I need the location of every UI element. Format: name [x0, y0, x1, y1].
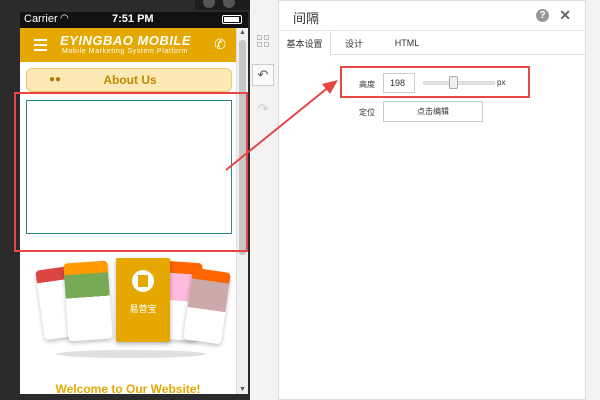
properties-panel: 间隔 ? ✕ 基本设置 设计 HTML 高度 198 px 定位 点击编辑 — [278, 0, 586, 400]
brand-tagline: Mobile Marketing System Platform — [62, 48, 188, 55]
battery-icon — [222, 15, 242, 24]
redo-icon[interactable]: ↷ — [252, 98, 274, 120]
panel-tabs: 基本设置 设计 HTML — [279, 31, 585, 56]
welcome-heading: Welcome to Our Website! — [55, 382, 201, 394]
phone-icon[interactable]: ✆ — [214, 36, 226, 53]
panel-title: 间隔 — [293, 11, 320, 26]
editor-stage: Carrier ◠ 7:51 PM EYINGBAO MOBILE Mobile… — [0, 0, 600, 400]
undo-icon[interactable]: ↶ — [252, 64, 274, 86]
about-us-label: About Us — [103, 73, 157, 87]
grid-icon[interactable] — [252, 30, 274, 52]
scroll-up-icon[interactable]: ▲ — [239, 29, 246, 36]
phone-mockup — [63, 260, 113, 342]
help-icon[interactable]: ? — [536, 9, 549, 22]
promo-card: 易营宝 — [116, 258, 170, 342]
phone-top-decoration — [195, 0, 250, 10]
scroll-down-icon[interactable]: ▼ — [239, 386, 246, 393]
edit-button[interactable]: 点击编辑 — [383, 101, 483, 122]
tab-html[interactable]: HTML — [377, 31, 437, 55]
promo-card-text: 易营宝 — [129, 305, 157, 315]
app-header: EYINGBAO MOBILE Mobile Marketing System … — [20, 28, 236, 62]
menu-icon[interactable] — [34, 39, 47, 51]
close-icon[interactable]: ✕ — [559, 7, 571, 24]
promo-image: 易营宝 — [35, 254, 231, 374]
position-label: 定位 — [359, 108, 375, 117]
panel-header: 间隔 ? ✕ — [279, 1, 585, 31]
tab-basic-settings[interactable]: 基本设置 — [279, 31, 331, 56]
wifi-icon: ◠ — [60, 13, 69, 24]
edit-toolbar: ↶ ↷ — [250, 28, 276, 128]
tab-design[interactable]: 设计 — [331, 31, 377, 55]
calculator-icon — [132, 270, 154, 292]
about-us-bar[interactable]: ●● About Us — [26, 68, 232, 92]
page-edge — [586, 0, 600, 400]
clock: 7:51 PM — [112, 13, 154, 25]
highlight-box-setting — [340, 66, 530, 98]
status-bar: Carrier ◠ 7:51 PM — [20, 12, 248, 28]
highlight-box-preview — [14, 92, 248, 252]
brand-name: EYINGBAO MOBILE — [60, 33, 192, 48]
carrier-label: Carrier — [24, 13, 58, 25]
